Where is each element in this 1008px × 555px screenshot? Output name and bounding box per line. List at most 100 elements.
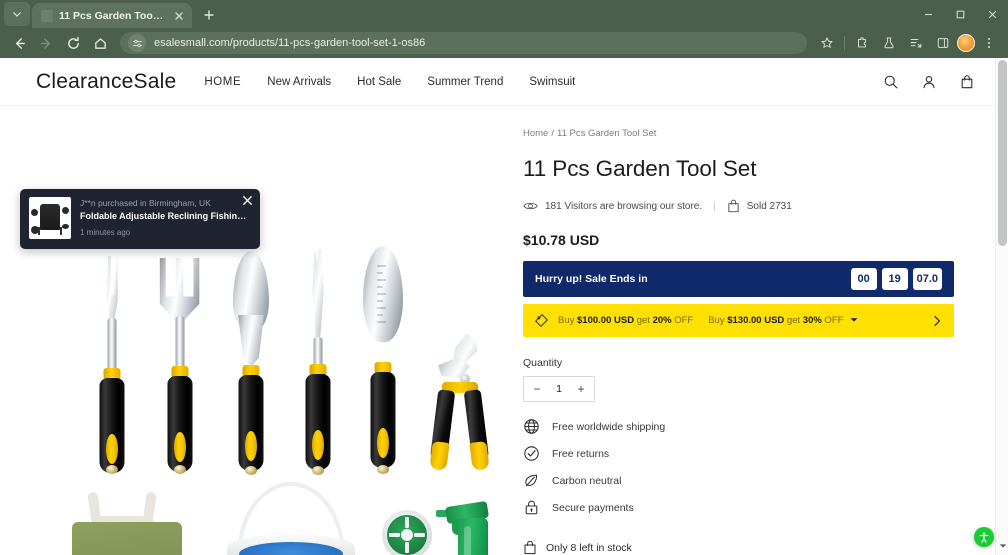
nav-item-summer-trend[interactable]: Summer Trend xyxy=(427,76,503,88)
meta-divider: | xyxy=(713,200,716,212)
product-tie-reel xyxy=(380,510,436,555)
promo-offer-1[interactable]: Buy $100.00 USD get 20% OFF xyxy=(558,315,693,326)
offer2-discount: 30% xyxy=(802,315,822,326)
promo-expand-button[interactable] xyxy=(847,315,858,326)
notification-product[interactable]: Foldable Adjustable Reclining Fishing Ch… xyxy=(80,211,251,221)
quantity-decrease-button[interactable]: − xyxy=(532,383,542,395)
toolbar-actions xyxy=(814,30,1002,56)
scrollbar-thumb[interactable] xyxy=(998,60,1007,246)
bag-icon xyxy=(524,540,536,555)
product-image xyxy=(0,106,516,555)
promo-banner[interactable]: Buy $100.00 USD get 20% OFF Buy $130.00 … xyxy=(523,304,954,337)
search-button[interactable] xyxy=(882,73,900,91)
browser-tab[interactable]: 11 Pcs Garden Tool Set xyxy=(32,3,192,28)
main-navigation: HOME New Arrivals Hot Sale Summer Trend … xyxy=(204,76,575,88)
product-details: Home/11 Pcs Garden Tool Set 11 Pcs Garde… xyxy=(516,106,1008,555)
tab-close-button[interactable] xyxy=(172,9,186,23)
puzzle-icon xyxy=(858,37,866,48)
back-arrow-icon xyxy=(15,37,25,49)
tab-strip: 11 Pcs Garden Tool Set xyxy=(0,0,1008,28)
promo-offer-2[interactable]: Buy $130.00 USD get 30% OFF xyxy=(708,315,858,326)
product-price: $10.78 USD xyxy=(523,232,600,248)
breadcrumb-home[interactable]: Home xyxy=(523,128,548,139)
countdown-boxes: 00 19 07.0 xyxy=(850,268,942,290)
sale-countdown: Hurry up! Sale Ends in 00 19 07.0 xyxy=(523,261,954,297)
tab-organizer-icon xyxy=(910,38,922,48)
reload-button[interactable] xyxy=(60,30,86,56)
quantity-increase-button[interactable]: + xyxy=(576,383,586,395)
side-panel-button[interactable] xyxy=(930,30,956,56)
badge-label: Secure payments xyxy=(552,501,634,514)
address-bar[interactable]: esalesmall.com/products/11-pcs-garden-to… xyxy=(120,32,807,54)
nav-item-swimsuit[interactable]: Swimsuit xyxy=(529,76,575,88)
accessibility-widget-button[interactable] xyxy=(974,527,994,547)
badge-label: Free returns xyxy=(552,447,610,460)
promo-offers: Buy $100.00 USD get 20% OFF Buy $130.00 … xyxy=(558,315,922,326)
quantity-value[interactable]: 1 xyxy=(556,383,562,395)
site-logo[interactable]: ClearanceSale xyxy=(36,70,176,94)
tune-icon xyxy=(132,39,142,47)
tab-favicon xyxy=(41,9,53,22)
stock-status: Only 8 left in stock xyxy=(523,537,954,555)
offer2-amount: $130.00 USD xyxy=(727,315,785,326)
account-button[interactable] xyxy=(920,73,938,91)
nav-item-new-arrivals[interactable]: New Arrivals xyxy=(267,76,331,88)
account-icon xyxy=(923,75,935,88)
tab-title: 11 Pcs Garden Tool Set xyxy=(59,9,166,22)
profile-avatar[interactable] xyxy=(957,34,975,52)
home-icon xyxy=(94,37,106,49)
minimize-button[interactable] xyxy=(912,0,944,28)
sold-info: Sold 2731 xyxy=(727,199,792,213)
flask-icon xyxy=(884,37,894,49)
notification-purchaser: J**n purchased in Birmingham, UK xyxy=(80,198,211,208)
browser-toolbar: esalesmall.com/products/11-pcs-garden-to… xyxy=(0,28,1008,58)
chevron-right-icon[interactable] xyxy=(931,315,943,327)
notification-close-button[interactable] xyxy=(241,194,254,207)
reload-icon xyxy=(67,36,79,49)
back-button[interactable] xyxy=(6,30,32,56)
globe-icon xyxy=(524,419,539,434)
browser-menu-button[interactable] xyxy=(976,30,1002,56)
forward-button[interactable] xyxy=(33,30,59,56)
purchase-notification-popup[interactable]: J**n purchased in Birmingham, UK Foldabl… xyxy=(20,189,260,249)
close-icon xyxy=(988,10,996,18)
tool-hand-rake xyxy=(148,254,212,476)
page-viewport: ClearanceSale HOME New Arrivals Hot Sale… xyxy=(0,58,1008,555)
tab-search-button[interactable] xyxy=(4,2,30,26)
header-actions xyxy=(882,73,976,91)
scrollbar-down-arrow[interactable] xyxy=(996,539,1008,553)
tag-icon xyxy=(535,314,548,327)
breadcrumb-separator: / xyxy=(551,128,554,139)
offer1-prefix: Buy xyxy=(558,315,578,326)
badge-free-returns: Free returns xyxy=(523,445,954,462)
extensions-button[interactable] xyxy=(849,30,875,56)
page-scrollbar[interactable] xyxy=(995,58,1008,555)
eye-icon xyxy=(523,202,538,210)
offer1-discount: 20% xyxy=(652,315,672,326)
toolbar-divider xyxy=(844,36,845,50)
offer1-amount: $100.00 USD xyxy=(577,315,635,326)
site-header: ClearanceSale HOME New Arrivals Hot Sale… xyxy=(0,58,1008,106)
notification-body: J**n purchased in Birmingham, UK Foldabl… xyxy=(80,197,251,237)
caret-down-icon xyxy=(999,544,1006,548)
offer2-prefix: Buy xyxy=(708,315,728,326)
countdown-unit-minutes: 19 xyxy=(881,268,908,290)
cart-button[interactable] xyxy=(958,73,976,91)
chevron-down-icon xyxy=(13,12,21,17)
nav-item-hot-sale[interactable]: Hot Sale xyxy=(357,76,401,88)
labs-button[interactable] xyxy=(876,30,902,56)
product-gallery[interactable]: J**n purchased in Birmingham, UK Foldabl… xyxy=(0,106,516,555)
quantity-stepper[interactable]: − 1 + xyxy=(523,376,595,402)
maximize-button[interactable] xyxy=(944,0,976,28)
home-button[interactable] xyxy=(87,30,113,56)
accessibility-icon xyxy=(977,530,991,544)
new-tab-button[interactable] xyxy=(198,4,220,26)
nav-item-home[interactable]: HOME xyxy=(204,76,241,88)
spray-highlight xyxy=(464,526,471,555)
tab-organizer-button[interactable] xyxy=(903,30,929,56)
close-window-button[interactable] xyxy=(976,0,1008,28)
bookmark-button[interactable] xyxy=(814,30,840,56)
stock-label: Only 8 left in stock xyxy=(546,541,632,554)
close-icon xyxy=(175,11,183,20)
site-settings-button[interactable] xyxy=(128,34,146,52)
